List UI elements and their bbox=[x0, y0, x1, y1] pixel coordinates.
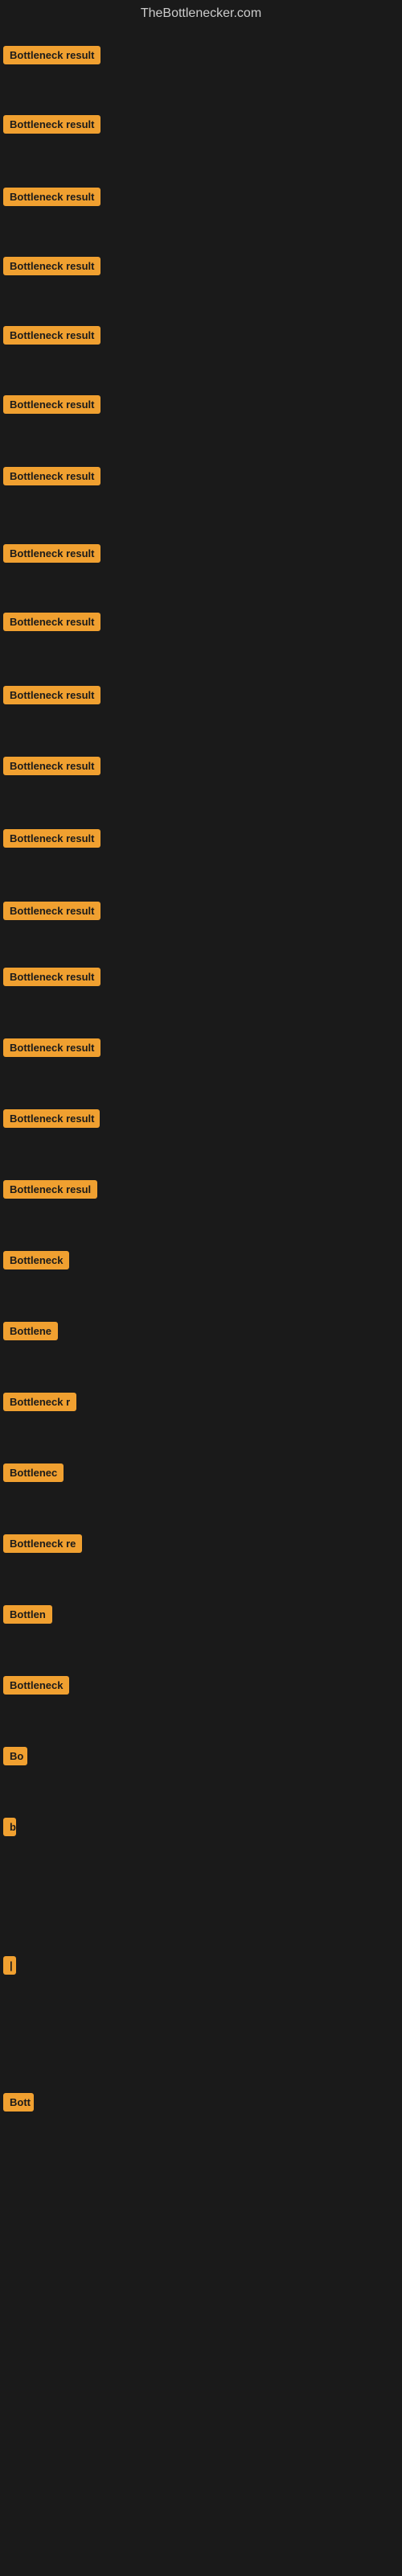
bottleneck-badge: Bottleneck result bbox=[3, 829, 100, 848]
bottleneck-badge: Bottleneck result bbox=[3, 544, 100, 563]
bottleneck-badge: Bottleneck bbox=[3, 1676, 69, 1695]
bottleneck-item[interactable]: Bottlene bbox=[3, 1322, 58, 1344]
bottleneck-badge: Bottleneck result bbox=[3, 257, 100, 275]
bottleneck-badge: Bottleneck re bbox=[3, 1534, 82, 1553]
site-title: TheBottlenecker.com bbox=[0, 0, 402, 27]
bottleneck-badge: Bottleneck result bbox=[3, 46, 100, 64]
bottleneck-item[interactable]: | bbox=[3, 1956, 16, 1979]
bottleneck-badge: Bottleneck result bbox=[3, 757, 100, 775]
bottleneck-badge: b bbox=[3, 1818, 16, 1836]
bottleneck-badge: Bottleneck resul bbox=[3, 1180, 97, 1199]
bottleneck-item[interactable]: Bottleneck result bbox=[3, 968, 100, 990]
bottleneck-badge: Bottleneck result bbox=[3, 395, 100, 414]
bottleneck-badge: Bottleneck result bbox=[3, 467, 100, 485]
bottleneck-item[interactable]: Bottleneck result bbox=[3, 115, 100, 138]
bottleneck-item[interactable]: Bott bbox=[3, 2093, 34, 2116]
bottleneck-item[interactable]: Bottleneck result bbox=[3, 613, 100, 635]
bottleneck-item[interactable]: Bottleneck re bbox=[3, 1534, 82, 1557]
bottleneck-badge: Bottleneck result bbox=[3, 326, 100, 345]
bottleneck-item[interactable]: Bottleneck bbox=[3, 1251, 69, 1274]
bottleneck-item[interactable]: Bottleneck result bbox=[3, 829, 100, 852]
bottleneck-badge: Bottleneck result bbox=[3, 188, 100, 206]
bottleneck-item[interactable]: Bottleneck result bbox=[3, 757, 100, 779]
bottleneck-badge: Bottleneck r bbox=[3, 1393, 76, 1411]
bottleneck-item[interactable]: Bottleneck bbox=[3, 1676, 69, 1699]
bottleneck-item[interactable]: Bottleneck result bbox=[3, 544, 100, 567]
bottleneck-item[interactable]: Bottleneck result bbox=[3, 902, 100, 924]
bottleneck-badge: Bottleneck result bbox=[3, 902, 100, 920]
bottleneck-badge: Bott bbox=[3, 2093, 34, 2112]
bottleneck-badge: Bottleneck result bbox=[3, 686, 100, 704]
bottleneck-badge: Bottleneck result bbox=[3, 968, 100, 986]
bottleneck-item[interactable]: Bottlen bbox=[3, 1605, 52, 1628]
bottleneck-badge: Bottleneck result bbox=[3, 613, 100, 631]
bottleneck-badge: Bottleneck bbox=[3, 1251, 69, 1269]
bottleneck-badge: Bo bbox=[3, 1747, 27, 1765]
bottleneck-item[interactable]: Bottleneck result bbox=[3, 257, 100, 279]
bottleneck-item[interactable]: Bottleneck result bbox=[3, 467, 100, 489]
bottleneck-item[interactable]: Bottleneck result bbox=[3, 686, 100, 708]
bottleneck-badge: Bottlenec bbox=[3, 1463, 64, 1482]
bottleneck-item[interactable]: Bottleneck result bbox=[3, 1109, 100, 1132]
bottleneck-item[interactable]: Bottleneck r bbox=[3, 1393, 76, 1415]
bottleneck-badge: Bottlene bbox=[3, 1322, 58, 1340]
bottleneck-badge: Bottleneck result bbox=[3, 1109, 100, 1128]
bottleneck-item[interactable]: Bo bbox=[3, 1747, 27, 1769]
bottleneck-badge: Bottleneck result bbox=[3, 1038, 100, 1057]
bottleneck-item[interactable]: Bottleneck resul bbox=[3, 1180, 97, 1203]
bottleneck-badge: Bottlen bbox=[3, 1605, 52, 1624]
bottleneck-badge: | bbox=[3, 1956, 16, 1975]
bottleneck-item[interactable]: Bottleneck result bbox=[3, 1038, 100, 1061]
bottleneck-item[interactable]: Bottlenec bbox=[3, 1463, 64, 1486]
bottleneck-item[interactable]: Bottleneck result bbox=[3, 395, 100, 418]
bottleneck-item[interactable]: b bbox=[3, 1818, 16, 1840]
bottleneck-badge: Bottleneck result bbox=[3, 115, 100, 134]
bottleneck-item[interactable]: Bottleneck result bbox=[3, 46, 100, 68]
bottleneck-item[interactable]: Bottleneck result bbox=[3, 326, 100, 349]
bottleneck-item[interactable]: Bottleneck result bbox=[3, 188, 100, 210]
